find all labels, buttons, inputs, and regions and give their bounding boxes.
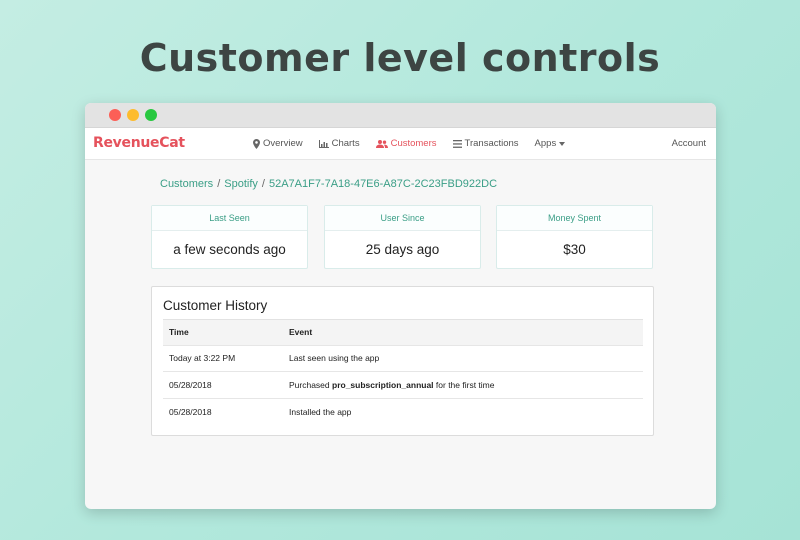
page-headline: Customer level controls	[139, 36, 661, 80]
breadcrumb: Customers / Spotify/ 52A7A1F7-7A18-47E6-A87…	[160, 178, 497, 190]
product-id: pro_subscription_annual	[332, 379, 434, 390]
table-row: 05/28/2018 Purchased pro_subscription_an…	[163, 372, 643, 399]
nav-item-label: Charts	[331, 138, 360, 149]
maximize-window-button[interactable]	[145, 109, 157, 121]
cell-time: 05/28/2018	[169, 379, 212, 390]
users-icon	[375, 139, 388, 148]
stat-card-user-since: User Since 25 days ago	[324, 205, 481, 269]
stat-label: Last Seen	[152, 206, 307, 231]
caret-down-icon	[559, 141, 566, 146]
account-link[interactable]: Account	[672, 138, 706, 149]
close-window-button[interactable]	[109, 109, 121, 121]
stat-label: Money Spent	[497, 206, 652, 231]
column-header-time: Time	[169, 327, 189, 338]
cell-event: Last seen using the app	[289, 353, 643, 363]
cell-time: Today at 3:22 PM	[169, 353, 236, 364]
stat-value: $30	[563, 242, 586, 257]
nav-item-label: Overview	[263, 138, 303, 149]
nav-item-label: Apps	[534, 138, 557, 149]
breadcrumb-separator: /	[217, 178, 221, 190]
history-title: Customer History	[163, 298, 268, 313]
event-text: for the first time	[433, 379, 495, 390]
window-titlebar	[85, 103, 716, 128]
event-text: Installed the app	[289, 406, 352, 417]
table-row: Today at 3:22 PM Last seen using the app	[163, 346, 643, 372]
customer-history-panel: Customer History Time Event Today at 3:2…	[151, 286, 654, 436]
stat-label: User Since	[325, 206, 480, 231]
nav-item-overview[interactable]: Overview	[253, 138, 303, 149]
map-marker-icon	[253, 138, 260, 149]
nav-item-customers[interactable]: Customers	[375, 138, 437, 149]
nav-item-label: Transactions	[464, 138, 519, 149]
nav-menu: Overview Charts Customers Transactions A…	[253, 138, 581, 149]
revenuecat-logo[interactable]: RevenueCat	[93, 135, 185, 151]
table-row: 05/28/2018 Installed the app	[163, 399, 643, 426]
cell-time: 05/28/2018	[169, 406, 212, 417]
event-text: Last seen using the app	[289, 353, 380, 364]
column-header-event: Event	[289, 327, 313, 338]
breadcrumb-app[interactable]: Spotify	[224, 178, 258, 190]
minimize-window-button[interactable]	[127, 109, 139, 121]
nav-item-charts[interactable]: Charts	[318, 138, 360, 149]
cell-event: Installed the app	[289, 407, 643, 417]
browser-window: RevenueCat Overview Charts Customers Tra…	[85, 103, 716, 509]
list-icon	[452, 139, 462, 148]
history-table: Time Event Today at 3:22 PM Last seen us…	[163, 319, 643, 425]
nav-item-label: Customers	[390, 138, 437, 149]
stat-value: 25 days ago	[365, 242, 440, 257]
nav-item-apps[interactable]: Apps	[535, 138, 566, 149]
breadcrumb-separator: /	[261, 178, 265, 190]
top-navbar: RevenueCat Overview Charts Customers Tra…	[85, 128, 716, 160]
stat-card-last-seen: Last Seen a few seconds ago	[151, 205, 308, 269]
bar-chart-icon	[318, 139, 329, 148]
breadcrumb-customers[interactable]: Customers	[160, 178, 213, 190]
table-header-row: Time Event	[163, 319, 643, 346]
stat-value: a few seconds ago	[173, 242, 286, 257]
breadcrumb-customer-id[interactable]: 52A7A1F7-7A18-47E6-A87C-2C23FBD922DC	[269, 178, 497, 190]
nav-item-transactions[interactable]: Transactions	[452, 138, 519, 149]
cell-event: Purchased pro_subscription_annual for th…	[289, 380, 643, 390]
stat-card-money-spent: Money Spent $30	[496, 205, 653, 269]
event-text: Purchased	[289, 379, 332, 390]
